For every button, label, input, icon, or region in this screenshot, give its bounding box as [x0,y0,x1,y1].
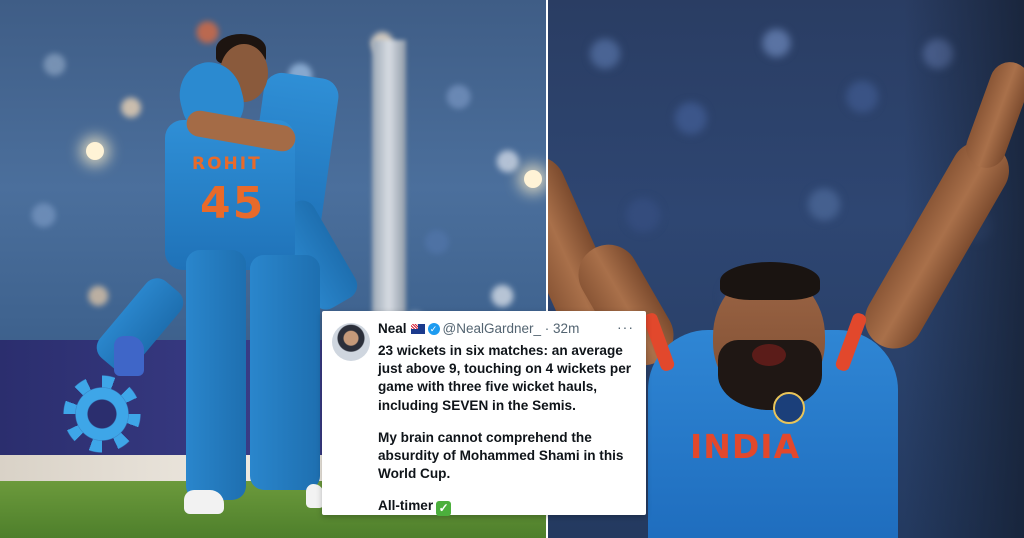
tweet-paragraph: 23 wickets in six matches: an average ju… [378,343,632,413]
tweet-paragraph: All-timer ✓ [378,497,640,517]
jersey-text: INDIA [690,427,801,466]
tweet-header: Neal ✓ @NealGardner_ · 32m [378,321,580,336]
bcci-badge-icon [773,392,805,424]
tweet-paragraph-text: All-timer [378,498,434,514]
player-mouth [752,344,786,366]
tweet-author-name[interactable]: Neal [378,321,407,336]
player-rohit-leg [250,255,320,490]
stadium-light [86,142,104,160]
board-logo-icon [62,374,142,454]
tweet-time[interactable]: 32m [553,321,579,336]
tweet-paragraph: My brain cannot comprehend the absurdity… [378,429,624,482]
avatar[interactable] [332,323,370,361]
check-mark-icon: ✓ [436,501,452,517]
tweet-handle[interactable]: @NealGardner_ [443,321,542,336]
stadium-pole [372,40,406,340]
jersey-name: ROHIT [192,154,262,174]
tweet-card[interactable]: Neal ✓ @NealGardner_ · 32m ··· 23 wickets … [322,311,646,517]
player-rohit-leg [186,250,246,500]
jersey-number: 45 [200,178,266,229]
verified-badge-icon: ✓ [427,323,440,336]
shoe [184,490,224,514]
shoe [114,336,144,376]
tweet-body: 23 wickets in six matches: an average ju… [378,342,640,517]
more-options-icon[interactable]: ··· [617,319,634,335]
stadium-light [524,170,542,188]
player-hair [720,262,820,300]
australia-flag-icon [410,324,425,335]
